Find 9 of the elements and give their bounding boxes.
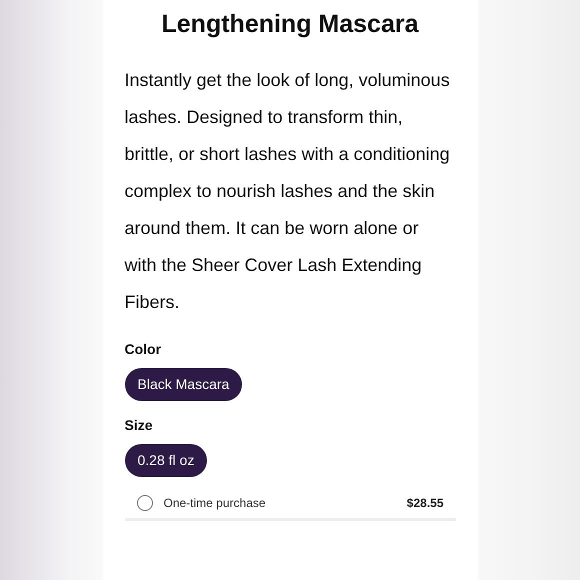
price: $28.55 <box>406 494 444 512</box>
option-label: Color <box>124 340 162 359</box>
purchase-option-label: One-time purchase <box>164 494 266 512</box>
product-description: Instantly get the look of long, voluminous lashes. Designed to transform thin, brittle, or short lashes with a conditioning complex to nourish lashes and the skin around them. It can be worn alone or with the Sheer Cover Lash Extending Fibers. <box>124 69 451 314</box>
option-chip[interactable]: Black Mascara <box>124 368 242 401</box>
product-title: Lengthening Mascara <box>160 9 420 40</box>
radio-button[interactable] <box>136 494 152 510</box>
option-label: Size <box>124 416 154 435</box>
option-chip[interactable]: 0.28 fl oz <box>124 444 208 477</box>
